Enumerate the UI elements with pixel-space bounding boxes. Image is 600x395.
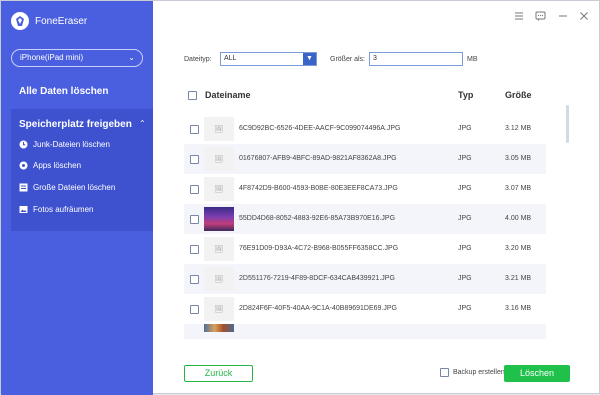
thumbnail: 🖼 [204,117,234,141]
minimize-icon[interactable] [556,9,570,23]
thumbnail-photo [204,207,234,231]
device-select-value: iPhone(iPad mini) [20,53,84,62]
app-title: FoneEraser [35,15,88,27]
thumbnail: 🖼 [204,297,234,321]
thumbnail: 🖼 [204,147,234,171]
file-size: 3.05 MB [505,155,532,162]
file-type: JPG [458,275,472,282]
file-name: 2D824F6F-40F5-40AA-9C1A-40B89691DE69.JPG [239,305,397,312]
file-name: 4F8742D9-B600-4593-B0BE-80E3EEF8CA73.JPG [239,185,398,192]
chevron-down-icon: ⌄ [128,53,135,62]
photo-icon [19,205,28,214]
chevron-up-icon: ⌃ [139,119,146,128]
file-type: JPG [458,155,472,162]
file-size: 3.20 MB [505,245,532,252]
table-row[interactable]: 🖼 6C9D92BC-6526-4DEE-AACF-9C099074496A.J… [184,114,546,144]
delete-button[interactable]: Löschen [504,365,570,382]
file-type: JPG [458,215,472,222]
file-type: JPG [458,185,472,192]
select-all-checkbox[interactable] [188,91,197,100]
back-button[interactable]: Zurück [184,365,253,382]
table-row[interactable]: 55DD4D68-8052-4883-92E6-85A73B970E16.JPG… [184,204,546,234]
image-placeholder-icon: 🖼 [214,306,224,313]
file-type: JPG [458,245,472,252]
sidebar: FoneEraser iPhone(iPad mini) ⌄ Alle Date… [1,1,153,395]
apps-icon [19,161,28,170]
large-files-icon [19,183,28,192]
file-size: 3.07 MB [505,185,532,192]
file-size: 3.21 MB [505,275,532,282]
nav-item-junk-files[interactable]: Junk-Dateien löschen [19,137,110,151]
file-type-label: Dateityp: [184,56,212,63]
file-name: 55DD4D68-8052-4883-92E6-85A73B970E16.JPG [239,215,396,222]
size-unit: MB [467,56,478,63]
thumbnail: 🖼 [204,237,234,261]
nav-group-title-label: Speicherplatz freigeben [19,119,132,130]
size-filter-input[interactable]: 3 [369,52,463,66]
image-placeholder-icon: 🖼 [214,126,224,133]
nav-item-apps[interactable]: Apps löschen [19,158,81,172]
device-select[interactable]: iPhone(iPad mini) ⌄ [11,49,143,67]
image-placeholder-icon: 🖼 [214,246,224,253]
column-header-type[interactable]: Typ [458,90,473,100]
thumbnail-photo [204,324,234,332]
nav-item-photos[interactable]: Fotos aufräumen [19,202,93,216]
table-row[interactable]: 🖼 4F8742D9-B600-4593-B0BE-80E3EEF8CA73.J… [184,174,546,204]
app-window: FoneEraser iPhone(iPad mini) ⌄ Alle Date… [0,0,600,395]
file-size: 3.12 MB [505,125,532,132]
file-type-select[interactable]: ALL ▼ [220,52,317,66]
row-checkbox[interactable] [190,215,199,224]
list-scrollbar[interactable] [566,105,569,143]
column-header-size[interactable]: Größe [505,90,532,100]
column-header-name[interactable]: Dateiname [205,90,251,100]
file-type: JPG [458,305,472,312]
table-row[interactable] [184,324,546,339]
nav-item-label: Große Dateien löschen [33,182,116,192]
nav-item-label: Apps löschen [33,160,82,170]
app-header: FoneEraser [11,11,87,31]
close-icon[interactable] [577,9,591,23]
size-filter-label: Größer als: [330,56,366,63]
clock-icon [19,140,28,149]
nav-group-free-space: Speicherplatz freigeben ⌃ Junk-Dateien l… [11,109,153,231]
app-logo-icon [11,12,29,30]
file-name: 76E91D09-D93A-4C72-B968-B055FF6358CC.JPG [239,245,399,252]
nav-item-large-files[interactable]: Große Dateien löschen [19,180,115,194]
feedback-icon[interactable] [533,9,547,23]
file-name: 6C9D92BC-6526-4DEE-AACF-9C099074496A.JPG [239,125,401,132]
file-size: 4.00 MB [505,215,532,222]
file-size: 3.16 MB [505,305,532,312]
nav-item-label: Fotos aufräumen [33,204,94,214]
image-placeholder-icon: 🖼 [214,276,224,283]
image-placeholder-icon: 🖼 [214,156,224,163]
backup-option[interactable]: Backup erstellen [440,368,505,377]
table-row[interactable]: 🖼 76E91D09-D93A-4C72-B968-B055FF6358CC.J… [184,234,546,264]
row-checkbox[interactable] [190,125,199,134]
row-checkbox[interactable] [190,245,199,254]
backup-checkbox[interactable] [440,368,449,377]
file-list: 🖼 6C9D92BC-6526-4DEE-AACF-9C099074496A.J… [184,114,546,339]
row-checkbox[interactable] [190,275,199,284]
table-row[interactable]: 🖼 01676807-AFB9-4BFC-89AD-9821AF8362A8.J… [184,144,546,174]
dropdown-arrow-icon: ▼ [303,53,316,65]
nav-erase-all[interactable]: Alle Daten löschen [19,86,108,97]
table-header: Dateiname Typ Größe [184,87,546,105]
file-type-value: ALL [224,55,237,62]
table-row[interactable]: 🖼 2D551176-7219-4F89-8DCF-634CAB439921.J… [184,264,546,294]
row-checkbox[interactable] [190,185,199,194]
nav-item-label: Junk-Dateien löschen [33,139,110,149]
menu-icon[interactable] [512,9,526,23]
row-checkbox[interactable] [190,305,199,314]
row-checkbox[interactable] [190,155,199,164]
backup-label: Backup erstellen [453,369,505,376]
thumbnail: 🖼 [204,177,234,201]
file-type: JPG [458,125,472,132]
nav-group-title[interactable]: Speicherplatz freigeben ⌃ [19,119,146,130]
file-name: 01676807-AFB9-4BFC-89AD-9821AF8362A8.JPG [239,155,397,162]
thumbnail: 🖼 [204,267,234,291]
image-placeholder-icon: 🖼 [214,186,224,193]
table-row[interactable]: 🖼 2D824F6F-40F5-40AA-9C1A-40B89691DE69.J… [184,294,546,324]
file-name: 2D551176-7219-4F89-8DCF-634CAB439921.JPG [239,275,395,282]
